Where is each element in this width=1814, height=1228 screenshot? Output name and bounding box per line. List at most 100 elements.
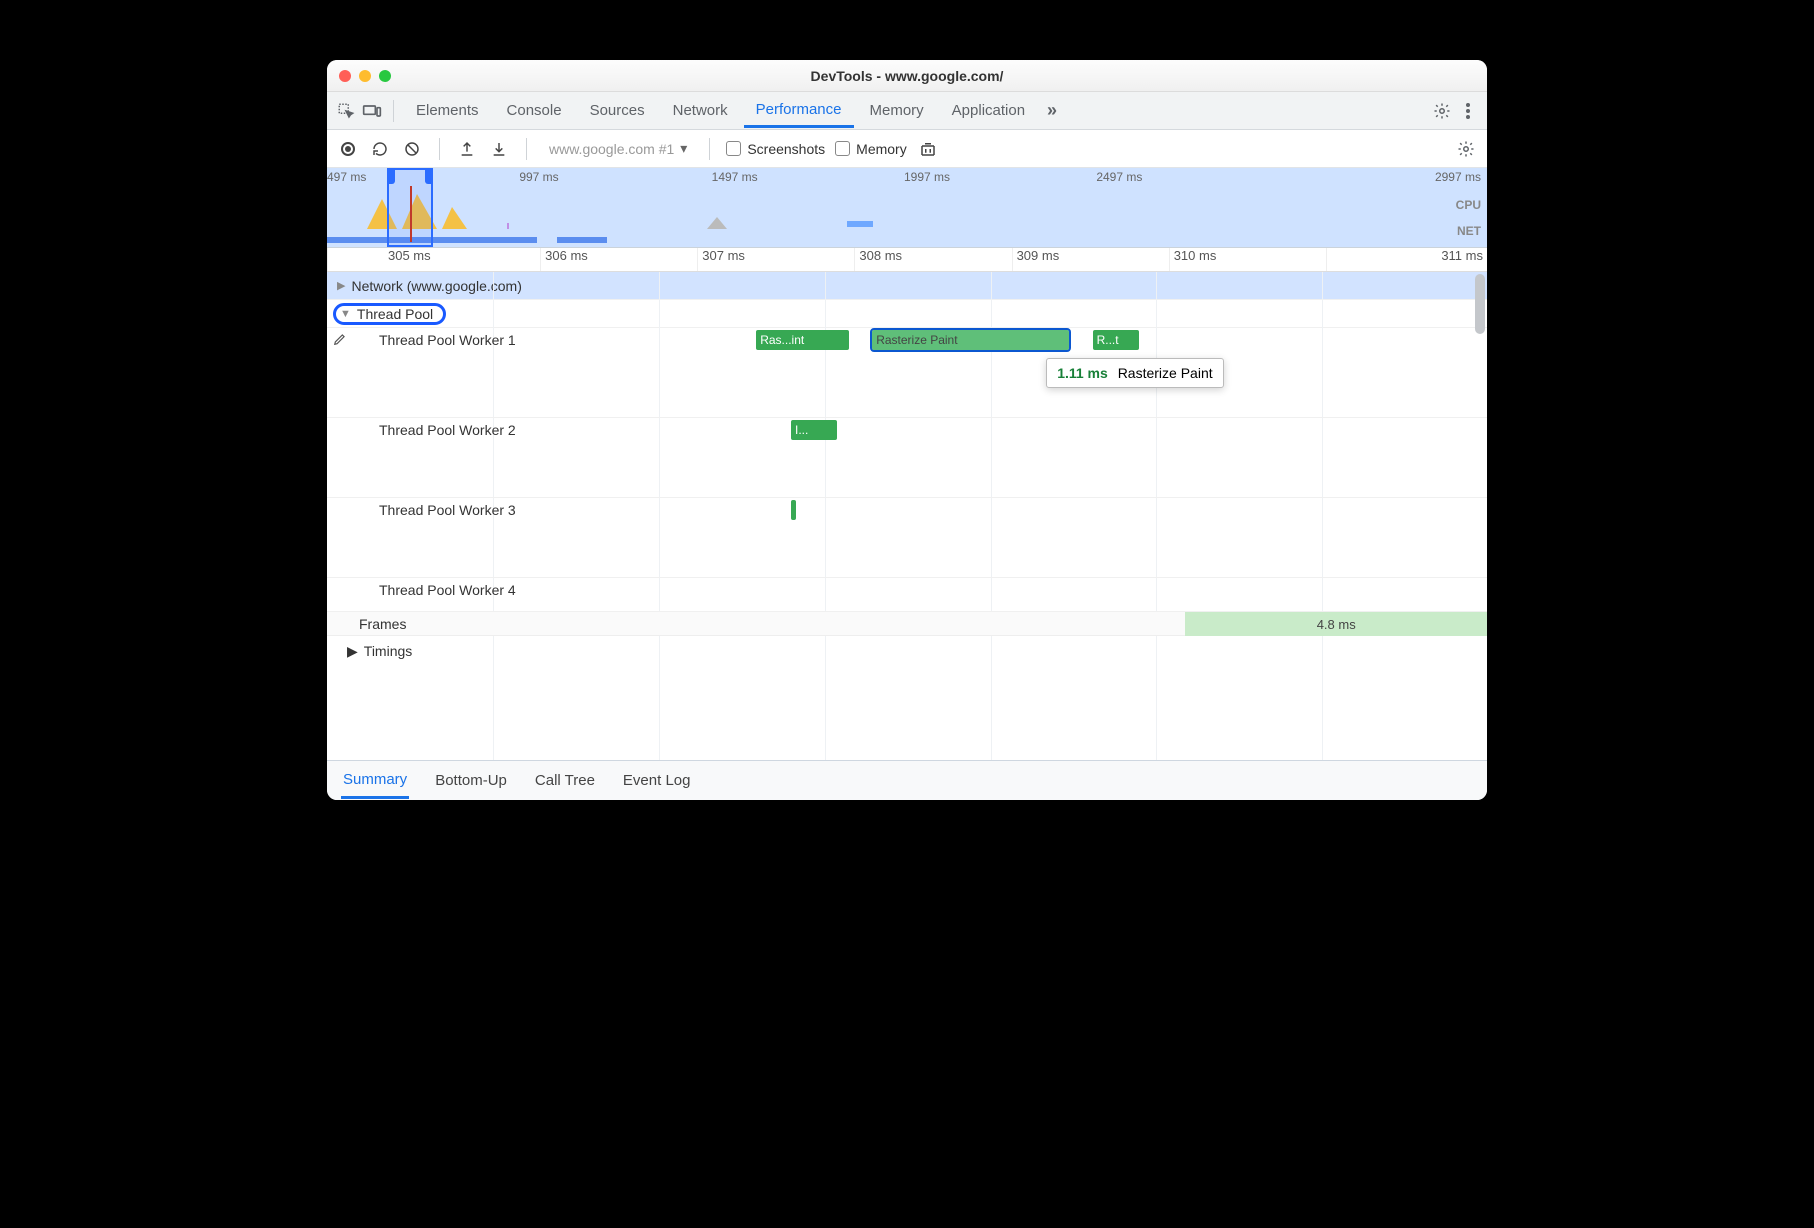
scrollbar-thumb[interactable] (1475, 274, 1485, 334)
overview-tick: 997 ms (519, 170, 711, 184)
record-icon[interactable] (337, 138, 359, 160)
overview-selection[interactable] (387, 168, 433, 247)
kebab-icon[interactable] (1457, 100, 1479, 122)
timeline-overview[interactable]: 497 ms 997 ms 1497 ms 1997 ms 2497 ms 29… (327, 168, 1487, 248)
event-label: Ras...int (760, 333, 804, 347)
tab-elements[interactable]: Elements (404, 96, 491, 126)
lane-label: Thread Pool Worker 2 (379, 422, 516, 438)
thread-lane[interactable]: Thread Pool Worker 3 (327, 498, 1487, 578)
flame-event-selected[interactable]: Rasterize Paint (872, 330, 1069, 350)
frames-label: Frames (359, 616, 406, 632)
cpu-chart (327, 189, 1487, 229)
window-title: DevTools - www.google.com/ (327, 68, 1487, 84)
timings-label: Timings (364, 643, 413, 659)
checkbox-icon (835, 141, 850, 156)
detail-tab-bottom-up[interactable]: Bottom-Up (433, 764, 509, 797)
event-tooltip: 1.11 ms Rasterize Paint (1046, 358, 1223, 388)
frame-bar[interactable]: 4.8 ms (1185, 612, 1487, 636)
event-label: Rasterize Paint (876, 333, 957, 347)
expand-icon: ▶ (337, 279, 345, 292)
recording-select[interactable]: www.google.com #1 ▾ (543, 137, 693, 160)
detail-tab-summary[interactable]: Summary (341, 763, 409, 799)
tab-network[interactable]: Network (661, 96, 740, 126)
gear-icon[interactable] (1431, 100, 1453, 122)
ruler-tick: 307 ms (697, 248, 854, 271)
detail-tabs: Summary Bottom-Up Call Tree Event Log (327, 760, 1487, 800)
screenshots-checkbox[interactable]: Screenshots (726, 141, 825, 157)
separator (439, 138, 440, 160)
screenshots-label: Screenshots (747, 141, 825, 157)
timings-row[interactable]: ▶ Timings (327, 636, 1487, 666)
flame-event[interactable] (791, 500, 796, 520)
performance-toolbar: www.google.com #1 ▾ Screenshots Memory (327, 130, 1487, 168)
upload-icon[interactable] (456, 138, 478, 160)
download-icon[interactable] (488, 138, 510, 160)
thread-pool-row-header[interactable]: ▼ Thread Pool (327, 300, 1487, 328)
tooltip-time: 1.11 ms (1057, 365, 1108, 381)
device-toggle-icon[interactable] (361, 100, 383, 122)
detail-tab-event-log[interactable]: Event Log (621, 764, 693, 797)
frames-row[interactable]: Frames 4.8 ms (327, 612, 1487, 636)
overview-tick: 1997 ms (904, 170, 1096, 184)
thread-lane[interactable]: Thread Pool Worker 2 I... (327, 418, 1487, 498)
separator (526, 138, 527, 160)
collapse-icon: ▼ (340, 308, 351, 320)
tab-application[interactable]: Application (940, 96, 1037, 126)
more-tabs-icon[interactable]: » (1041, 100, 1063, 122)
close-button[interactable] (339, 70, 351, 82)
maximize-button[interactable] (379, 70, 391, 82)
lane-label: Thread Pool Worker 4 (379, 582, 516, 598)
frame-duration: 4.8 ms (1317, 617, 1356, 632)
net-bar (557, 237, 607, 243)
ruler-tick: 309 ms (1012, 248, 1169, 271)
separator (393, 100, 394, 122)
titlebar: DevTools - www.google.com/ (327, 60, 1487, 92)
net-label: NET (1457, 224, 1481, 238)
expand-icon: ▶ (347, 643, 358, 660)
recording-select-value: www.google.com #1 (549, 141, 674, 157)
tab-console[interactable]: Console (495, 96, 574, 126)
overview-tick: 1497 ms (712, 170, 904, 184)
ruler-tick: 306 ms (540, 248, 697, 271)
clear-icon[interactable] (401, 138, 423, 160)
edit-icon[interactable] (333, 332, 347, 346)
flame-event[interactable]: R...t (1093, 330, 1139, 350)
flame-chart[interactable]: ▶ Network (www.google.com) ▼ Thread Pool… (327, 272, 1487, 760)
collect-garbage-icon[interactable] (917, 138, 939, 160)
inspect-icon[interactable] (335, 100, 357, 122)
capture-settings-icon[interactable] (1455, 138, 1477, 160)
event-label: R...t (1097, 333, 1119, 347)
ruler-tick: 305 ms (327, 248, 540, 271)
time-ruler[interactable]: 305 ms 306 ms 307 ms 308 ms 309 ms 310 m… (327, 248, 1487, 272)
window-controls (339, 70, 391, 82)
minimize-button[interactable] (359, 70, 371, 82)
overview-ticks: 497 ms 997 ms 1497 ms 1997 ms 2497 ms 29… (327, 170, 1487, 184)
network-row-label: Network (www.google.com) (351, 278, 521, 294)
separator (709, 138, 710, 160)
thread-lane[interactable]: Thread Pool Worker 4 (327, 578, 1487, 612)
tab-performance[interactable]: Performance (744, 95, 854, 128)
chevron-down-icon: ▾ (680, 140, 687, 157)
flame-event[interactable]: I... (791, 420, 837, 440)
current-time-marker (410, 186, 412, 242)
network-row-header[interactable]: ▶ Network (www.google.com) (327, 272, 1487, 300)
reload-icon[interactable] (369, 138, 391, 160)
thread-pool-label: Thread Pool (357, 306, 433, 322)
ruler-tick: 311 ms (1326, 248, 1487, 271)
panel-tabs: Elements Console Sources Network Perform… (327, 92, 1487, 130)
lane-label: Thread Pool Worker 1 (379, 332, 516, 348)
thread-lane[interactable]: Thread Pool Worker 1 Ras...int Rasterize… (327, 328, 1487, 418)
ruler-tick: 308 ms (854, 248, 1011, 271)
tab-memory[interactable]: Memory (858, 96, 936, 126)
memory-checkbox[interactable]: Memory (835, 141, 907, 157)
tooltip-name: Rasterize Paint (1118, 365, 1213, 381)
memory-label: Memory (856, 141, 907, 157)
overview-tick: 2497 ms (1096, 170, 1288, 184)
detail-tab-call-tree[interactable]: Call Tree (533, 764, 597, 797)
overview-tick: 2997 ms (1289, 170, 1487, 184)
event-label: I... (795, 423, 808, 437)
checkbox-icon (726, 141, 741, 156)
tab-sources[interactable]: Sources (578, 96, 657, 126)
lane-label: Thread Pool Worker 3 (379, 502, 516, 518)
flame-event[interactable]: Ras...int (756, 330, 849, 350)
